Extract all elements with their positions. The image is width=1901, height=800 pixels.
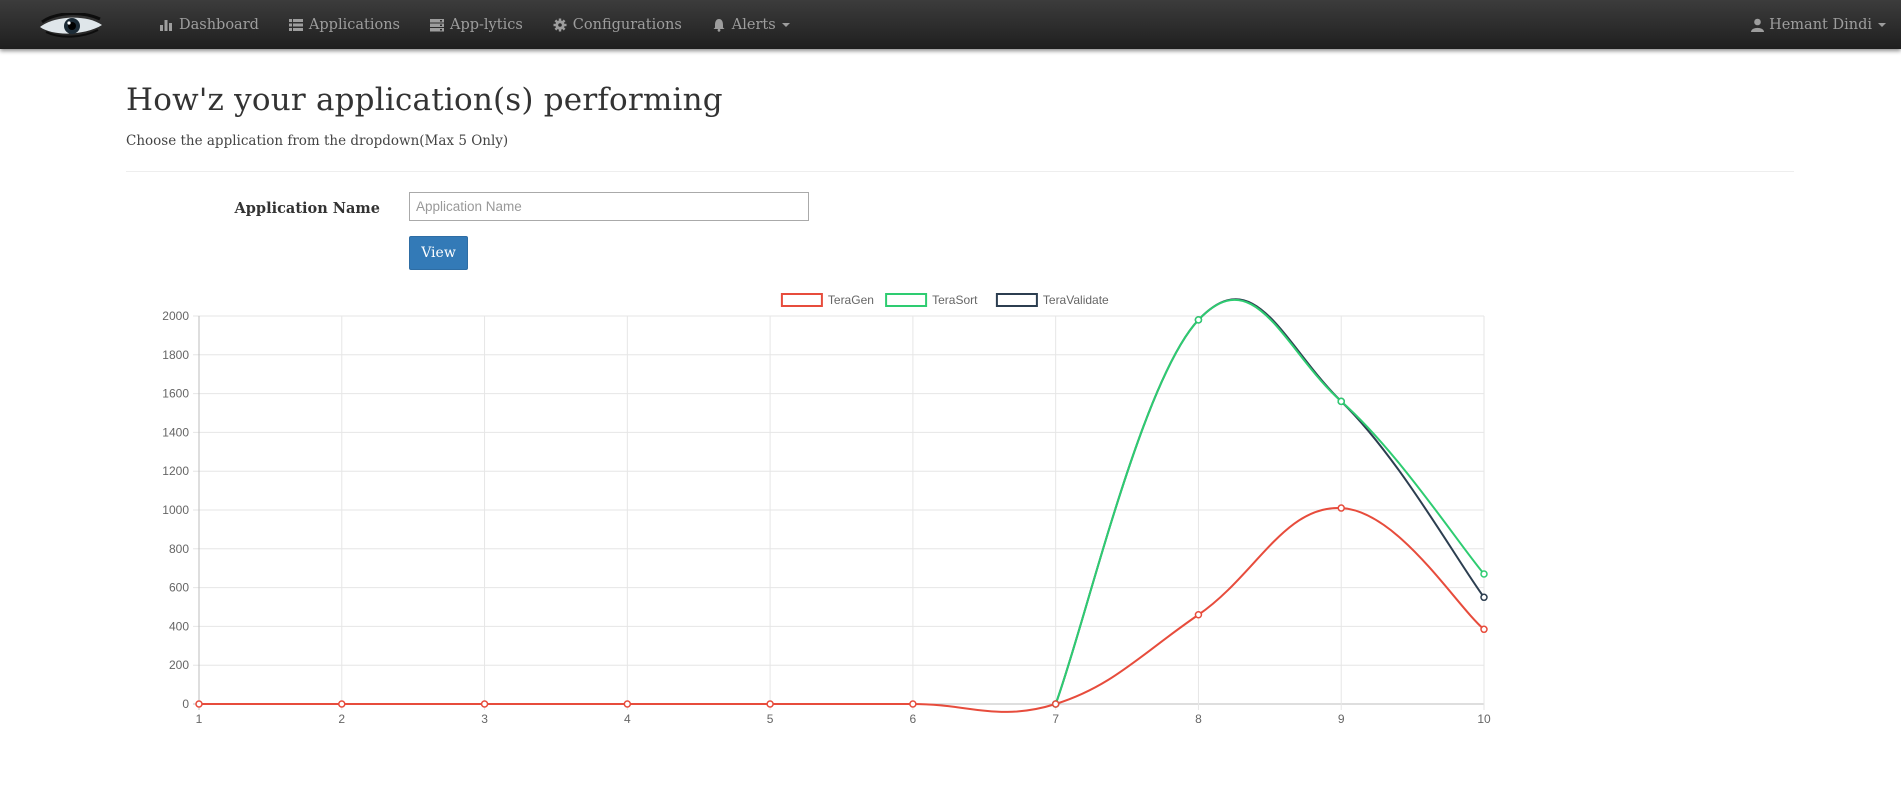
legend-swatch bbox=[995, 293, 1038, 307]
y-tick-label: 2000 bbox=[162, 309, 189, 323]
y-tick-label: 0 bbox=[182, 697, 189, 711]
legend-item-terasort[interactable]: TeraSort bbox=[885, 293, 978, 307]
y-tick-label: 800 bbox=[169, 542, 189, 556]
x-tick-label: 5 bbox=[767, 712, 774, 726]
data-point-terasort[interactable] bbox=[1337, 397, 1345, 406]
y-tick-label: 1000 bbox=[162, 503, 189, 517]
legend-swatch bbox=[885, 293, 928, 307]
y-tick-label: 600 bbox=[169, 581, 189, 595]
x-tick-label: 1 bbox=[196, 712, 203, 726]
y-tick-label: 1600 bbox=[162, 387, 189, 401]
data-point-terasort[interactable] bbox=[1480, 570, 1488, 578]
x-tick-label: 8 bbox=[1195, 712, 1202, 726]
y-tick-label: 1800 bbox=[162, 348, 189, 362]
performance-line-chart: 0 200 400 600 800 1000 1200 1400 1600 1800 2000 1 2 3… bbox=[162, 293, 1491, 726]
data-point-teragen[interactable] bbox=[480, 700, 489, 708]
data-point-teragen[interactable] bbox=[338, 700, 346, 708]
data-point-teragen[interactable] bbox=[1194, 611, 1203, 619]
legend-item-teravalidate[interactable]: TeraValidate bbox=[995, 293, 1109, 307]
y-tick-label: 1200 bbox=[162, 464, 189, 478]
data-point-teragen[interactable] bbox=[1480, 625, 1488, 634]
legend-label: TeraSort bbox=[932, 293, 978, 307]
y-tick-label: 200 bbox=[169, 658, 189, 672]
series-line-teragen bbox=[198, 507, 1485, 713]
x-tick-label: 10 bbox=[1477, 712, 1491, 726]
x-tick-label: 9 bbox=[1338, 712, 1345, 726]
y-tick-label: 1400 bbox=[162, 425, 189, 439]
data-point-teragen[interactable] bbox=[766, 700, 774, 708]
series-line-teravalidate bbox=[1054, 298, 1485, 705]
data-point-teragen[interactable] bbox=[1337, 504, 1345, 512]
x-tick-label: 4 bbox=[624, 712, 631, 726]
legend-label: TeraValidate bbox=[1043, 293, 1109, 307]
legend-label: TeraGen bbox=[828, 293, 874, 307]
x-tick-label: 7 bbox=[1052, 712, 1059, 726]
x-tick-label: 2 bbox=[338, 712, 345, 726]
data-point-teragen[interactable] bbox=[909, 700, 917, 708]
x-tick-label: 6 bbox=[910, 712, 917, 726]
x-tick-label: 3 bbox=[481, 712, 488, 726]
y-tick-label: 400 bbox=[169, 619, 189, 633]
legend-item-teragen[interactable]: TeraGen bbox=[780, 293, 874, 307]
data-point-teragen[interactable] bbox=[1051, 700, 1060, 708]
data-point-terasort[interactable] bbox=[1194, 316, 1203, 324]
data-point-teragen[interactable] bbox=[623, 700, 632, 708]
data-point-teragen[interactable] bbox=[195, 700, 203, 708]
legend-swatch bbox=[780, 293, 823, 307]
data-point-teravalidate[interactable] bbox=[1480, 593, 1488, 602]
